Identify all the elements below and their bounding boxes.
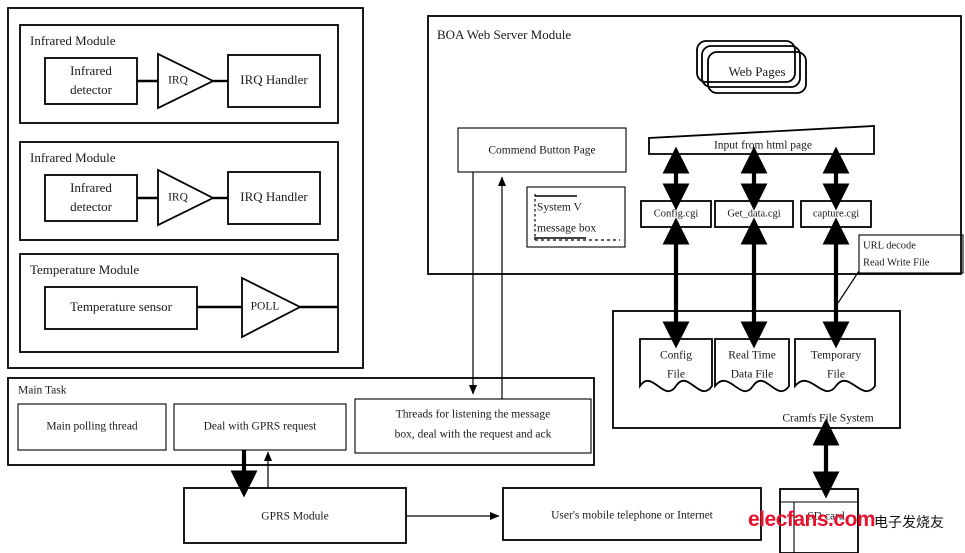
infrared-module-2-title: Infrared Module: [30, 150, 116, 165]
irq-handler-2-label: IRQ Handler: [240, 189, 308, 204]
infrared-detector-1-label-line2: detector: [70, 82, 113, 97]
user-endpoint-label: User's mobile telephone or Internet: [551, 510, 714, 522]
watermark-elecfans: elecfans.com: [748, 508, 876, 531]
config-cgi-label: Config.cgi: [654, 208, 699, 219]
threads-listening-label-line2: box, deal with the request and ack: [395, 429, 552, 441]
config-file-shape: [639, 338, 713, 393]
infrared-detector-1-label-line1: Infrared: [70, 63, 112, 78]
capture-cgi-label: capture.cgi: [813, 208, 859, 219]
real-time-data-file-shape: [714, 338, 790, 393]
infrared-detector-2-label-line2: detector: [70, 199, 113, 214]
deal-with-gprs-request-label: Deal with GPRS request: [204, 421, 318, 433]
system-v-label-line2: message box: [537, 223, 596, 235]
poll-trigger-label: POLL: [251, 301, 280, 313]
infrared-detector-2-label-line1: Infrared: [70, 180, 112, 195]
url-decode-note-line2: Read Write File: [863, 257, 930, 268]
infrared-module-1-title: Infrared Module: [30, 33, 116, 48]
temperature-sensor-label: Temperature sensor: [70, 299, 173, 314]
url-decode-leader-line: [837, 270, 860, 304]
main-task-title: Main Task: [18, 385, 67, 397]
architecture-diagram: Infrared Module Infrared detector IRQ IR…: [7, 7, 964, 553]
real-time-data-file-label-line2: Data File: [731, 369, 773, 381]
threads-listening-label-line1: Threads for listening the message: [396, 409, 551, 421]
cramfs-title: Cramfs File System: [782, 413, 873, 425]
get-data-cgi-label: Get_data.cgi: [727, 208, 780, 219]
system-v-label-line1: System V: [537, 202, 583, 214]
commend-button-page-label: Commend Button Page: [488, 145, 595, 157]
input-from-html-label: Input from html page: [714, 140, 812, 152]
irq-trigger-1-label: IRQ: [168, 75, 189, 87]
gprs-module-label: GPRS Module: [261, 511, 328, 523]
threads-listening-box: [354, 398, 592, 454]
temporary-file-label-line1: Temporary: [811, 350, 862, 362]
sensor-panel-outer: [7, 7, 364, 369]
irq-trigger-2-label: IRQ: [168, 192, 189, 204]
watermark-chinese: 电子发烧友: [874, 515, 944, 531]
boa-title: BOA Web Server Module: [437, 27, 571, 42]
main-polling-thread-label: Main polling thread: [46, 421, 138, 433]
temporary-file-shape: [794, 338, 876, 393]
temporary-file-label-line2: File: [827, 369, 845, 381]
web-pages-label: Web Pages: [728, 64, 785, 79]
irq-handler-1-label: IRQ Handler: [240, 72, 308, 87]
temperature-module-title: Temperature Module: [30, 262, 139, 277]
config-file-label-line2: File: [667, 369, 685, 381]
config-file-label-line1: Config: [660, 350, 692, 362]
real-time-data-file-label-line1: Real Time: [728, 350, 776, 362]
url-decode-note-line1: URL decode: [863, 240, 916, 251]
diagram-canvas: Infrared Module Infrared detector IRQ IR…: [0, 0, 965, 553]
